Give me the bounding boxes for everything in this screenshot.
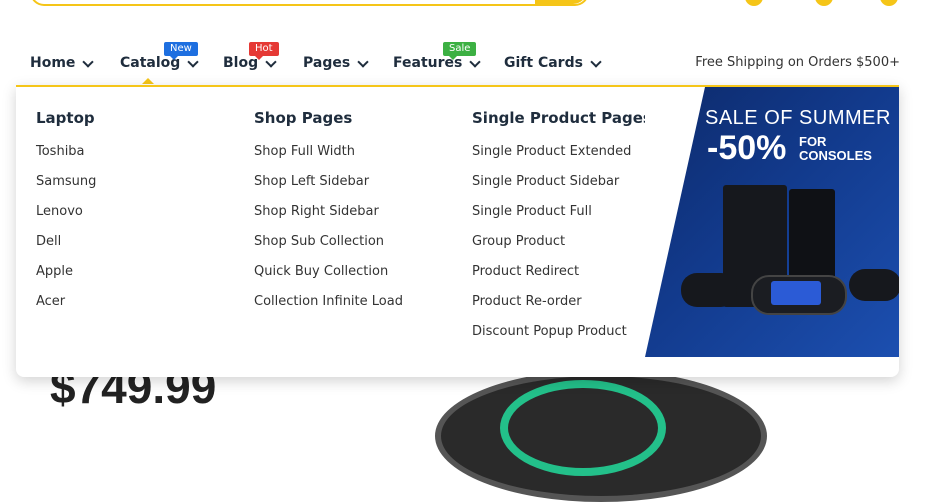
banner-diagonal-cut [645,87,705,357]
nav-item-gift-cards[interactable]: Gift Cards [504,55,602,71]
banner-consoles-line: CONSOLES [799,148,872,163]
header-top [0,0,938,30]
shipping-notice: Free Shipping on Orders $500+ [695,55,900,70]
hot-badge: Hot [249,42,279,60]
nav-item-label: Home [30,55,76,71]
controller-image [681,273,737,307]
chevron-down-icon [590,55,602,68]
new-badge: New [164,42,198,60]
handheld-screen [771,281,821,305]
nav-item-label: Blog [223,55,259,71]
banner-for-line: FOR [799,134,827,149]
menu-link[interactable]: Single Product Sidebar [472,173,652,203]
dropdown-caret [142,78,154,84]
chevron-down-icon [82,55,95,68]
menu-link[interactable]: Single Product Full [472,203,652,233]
column-heading: Single Product Pages [472,109,652,127]
menu-link[interactable]: Dell [36,233,96,263]
nav-item-blog[interactable]: Hot Blog [223,42,279,71]
menu-link[interactable]: Discount Popup Product [472,323,652,353]
menu-link[interactable]: Product Redirect [472,263,652,293]
menu-column-shop-pages: Shop Pages Shop Full Width Shop Left Sid… [254,109,403,323]
nav-item-features[interactable]: Sale Features [393,42,482,71]
menu-link[interactable]: Single Product Extended [472,143,652,173]
banner-subtitle: FOR CONSOLES [799,135,872,163]
chevron-down-icon [187,55,199,68]
search-button[interactable] [535,0,587,4]
banner-discount: -50% [707,129,787,167]
menu-column-single-product-pages: Single Product Pages Single Product Exte… [472,109,652,353]
menu-link[interactable]: Apple [36,263,96,293]
nav-item-label: Pages [303,55,351,71]
chevron-down-icon [469,55,482,68]
menu-link[interactable]: Quick Buy Collection [254,263,403,293]
column-heading: Laptop [36,109,95,127]
menu-column-laptop: Laptop Toshiba Samsung Lenovo Dell Apple… [36,109,96,323]
menu-link[interactable]: Collection Infinite Load [254,293,403,323]
menu-link[interactable]: Samsung [36,173,96,203]
chevron-down-icon [357,55,369,68]
sale-badge: Sale [443,42,477,60]
menu-link[interactable]: Lenovo [36,203,96,233]
menu-link[interactable]: Toshiba [36,143,96,173]
menu-link[interactable]: Shop Full Width [254,143,403,173]
menu-link[interactable]: Group Product [472,233,652,263]
nav-item-catalog[interactable]: New Catalog [120,42,199,71]
watch-ring [500,380,666,476]
summer-sale-banner[interactable]: SALE OF SUMMER -50% FOR CONSOLES [645,87,899,357]
menu-link[interactable]: Product Re-order [472,293,652,323]
account-icon[interactable] [745,0,763,6]
menu-link[interactable]: Shop Sub Collection [254,233,403,263]
cart-icon[interactable] [880,0,898,6]
menu-link[interactable]: Shop Right Sidebar [254,203,403,233]
catalog-mega-menu: Laptop Toshiba Samsung Lenovo Dell Apple… [16,85,899,377]
chevron-down-icon [265,55,277,68]
nav-item-label: Gift Cards [504,55,583,71]
nav-item-home[interactable]: Home [30,55,95,71]
wishlist-icon[interactable] [815,0,833,6]
banner-title: SALE OF SUMMER [705,107,891,129]
search-input[interactable] [30,0,589,6]
controller-image [849,269,899,301]
column-heading: Shop Pages [254,109,353,127]
nav-item-pages[interactable]: Pages [303,55,369,71]
main-nav: Home New Catalog Hot Blog Pages Sale Fea… [0,42,938,84]
menu-link[interactable]: Shop Left Sidebar [254,173,403,203]
menu-link[interactable]: Acer [36,293,96,323]
